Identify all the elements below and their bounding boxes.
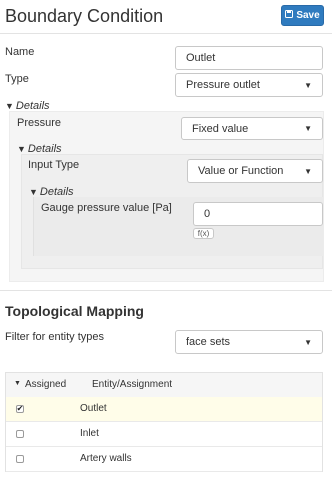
col-assigned[interactable]: Assigned: [25, 379, 66, 390]
pressure-select[interactable]: Fixed value ▼: [181, 117, 323, 140]
entity-table: ▼ Assigned Entity/Assignment ✔ Outlet Inle…: [5, 372, 323, 472]
row-name: Outlet: [80, 403, 107, 414]
filter-label: Filter for entity types: [5, 331, 105, 343]
function-button[interactable]: f(x): [193, 228, 214, 239]
input-type-select[interactable]: Value or Function ▼: [187, 159, 323, 183]
page-title: Boundary Condition: [5, 6, 164, 26]
table-row[interactable]: Inlet: [6, 422, 322, 447]
type-select-value: Pressure outlet: [186, 79, 260, 91]
name-label: Name: [5, 46, 35, 58]
triangle-down-icon: ▼: [29, 187, 38, 197]
triangle-down-icon: ▼: [5, 101, 14, 111]
type-select[interactable]: Pressure outlet ▼: [175, 73, 323, 97]
chevron-down-icon: ▼: [304, 166, 312, 176]
checkbox-icon[interactable]: [16, 430, 24, 438]
row-name: Inlet: [80, 428, 99, 439]
gauge-input-value: 0: [204, 208, 211, 220]
section-title: Topological Mapping: [5, 303, 144, 319]
table-header: ▼ Assigned Entity/Assignment: [6, 373, 322, 398]
name-input[interactable]: Outlet: [175, 46, 323, 70]
chevron-down-icon: ▼: [304, 337, 312, 347]
save-button[interactable]: Save: [281, 5, 324, 26]
save-icon: [285, 10, 294, 21]
row-name: Artery walls: [80, 453, 132, 464]
chevron-down-icon: ▼: [304, 124, 312, 133]
name-input-value: Outlet: [186, 52, 216, 64]
checkbox-icon[interactable]: [16, 455, 24, 463]
section-divider: [0, 290, 332, 291]
table-row[interactable]: ✔ Outlet: [6, 397, 322, 422]
header-divider: [0, 33, 332, 34]
pressure-label: Pressure: [17, 117, 62, 129]
triangle-down-icon: ▼: [17, 144, 26, 154]
input-type-label: Input Type: [28, 159, 80, 171]
filter-select-value: face sets: [186, 336, 231, 348]
gauge-label: Gauge pressure value [Pa]: [41, 202, 172, 214]
pressure-select-value: Fixed value: [192, 122, 249, 135]
table-row[interactable]: Artery walls: [6, 447, 322, 472]
filter-select[interactable]: face sets ▼: [175, 330, 323, 354]
chevron-down-icon: ▼: [304, 80, 312, 90]
col-entity[interactable]: Entity/Assignment: [92, 379, 172, 390]
sort-icon[interactable]: ▼: [14, 380, 21, 387]
gauge-input[interactable]: 0: [193, 202, 323, 226]
input-type-select-value: Value or Function: [198, 165, 284, 177]
type-label: Type: [5, 73, 29, 85]
save-button-label: Save: [296, 10, 320, 21]
checkbox-icon[interactable]: ✔: [16, 405, 24, 413]
